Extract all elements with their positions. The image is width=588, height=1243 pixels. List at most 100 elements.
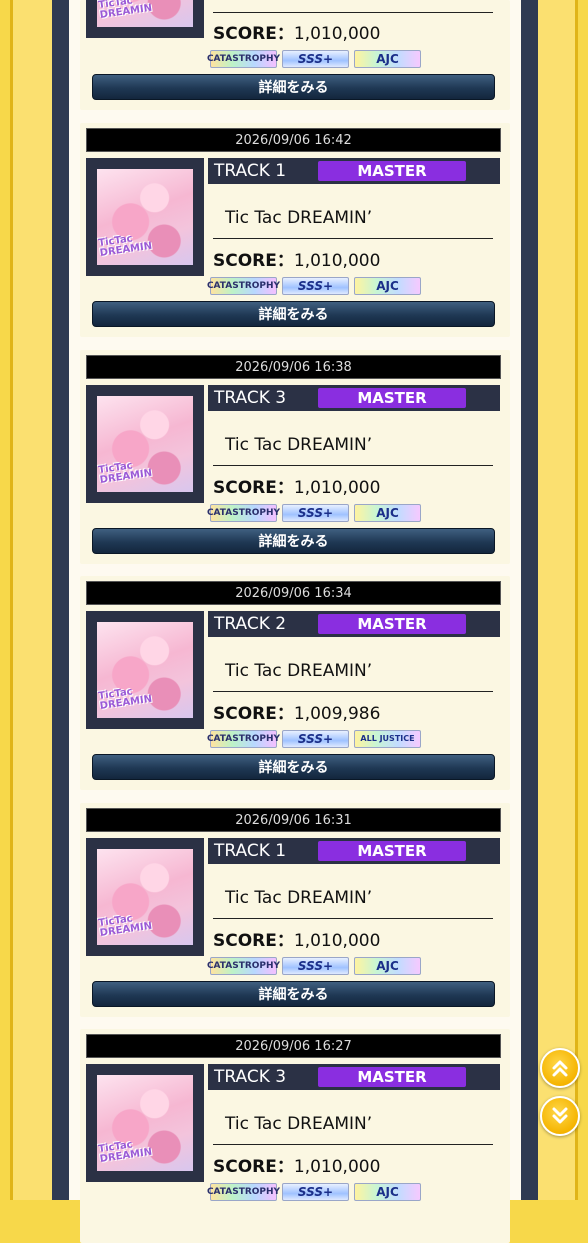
jacket-logo: TicTac DREAMIN — [97, 233, 153, 259]
song-title: Tic Tac DREAMIN’ — [225, 1114, 373, 1134]
score-line: SCORE：1,010,000 — [213, 473, 380, 498]
play-date: 2026/09/06 16:42 — [86, 128, 501, 152]
title-rule — [213, 1144, 493, 1145]
play-record-card: 2026/09/06 16:31 TicTac DREAMIN TRACK 1 … — [80, 803, 510, 1017]
difficulty-badge: MASTER — [318, 614, 466, 634]
title-rule — [213, 918, 493, 919]
play-record-card: 2026/09/06 16:38 TicTac DREAMIN TRACK 3 … — [80, 350, 510, 564]
lamp-row: CATASTROPHY SSS+ AJC — [207, 504, 421, 522]
score-label: SCORE： — [213, 931, 294, 951]
left-border-stripe — [52, 0, 69, 1200]
info-box: Tic Tac DREAMIN’ SCORE：1,010,000 — [208, 1090, 500, 1182]
sss-plus-rank-icon: SSS+ — [282, 50, 349, 68]
detail-button[interactable]: 詳細をみる — [92, 754, 495, 780]
catastrophy-lamp-icon: CATASTROPHY — [207, 730, 280, 748]
detail-button[interactable]: 詳細をみる — [92, 528, 495, 554]
jacket-image: TicTac DREAMIN — [97, 0, 193, 27]
detail-button[interactable]: 詳細をみる — [92, 301, 495, 327]
song-jacket: TicTac DREAMIN — [86, 838, 204, 956]
song-title: Tic Tac DREAMIN’ — [225, 208, 373, 228]
sss-plus-rank-icon: SSS+ — [282, 957, 349, 975]
difficulty-badge: MASTER — [318, 1067, 466, 1087]
detail-button[interactable]: 詳細をみる — [92, 981, 495, 1007]
play-record-card: 2026/09/06 16:34 TicTac DREAMIN TRACK 2 … — [80, 576, 510, 790]
ajc-lamp-icon: AJC — [354, 957, 421, 975]
score-line: SCORE：1,010,000 — [213, 926, 380, 951]
scroll-to-bottom-button[interactable] — [540, 1096, 580, 1136]
track-number: TRACK 1 — [214, 161, 287, 181]
jacket-image: TicTac DREAMIN — [97, 396, 193, 492]
play-record-card-partial: TicTac DREAMIN SCORE：1,010,000 CATASTROP… — [80, 0, 510, 110]
track-header: TRACK 1 MASTER — [208, 838, 500, 864]
jacket-logo: TicTac DREAMIN — [97, 913, 153, 939]
info-box: Tic Tac DREAMIN’ SCORE：1,010,000 — [208, 184, 500, 276]
sss-plus-rank-icon: SSS+ — [282, 504, 349, 522]
sss-plus-rank-icon: SSS+ — [282, 277, 349, 295]
track-number: TRACK 3 — [214, 388, 287, 408]
track-header: TRACK 3 MASTER — [208, 1064, 500, 1090]
catastrophy-lamp-icon: CATASTROPHY — [207, 277, 280, 295]
score-line: SCORE：1,010,000 — [213, 19, 380, 44]
song-jacket: TicTac DREAMIN — [86, 611, 204, 729]
lamp-row: CATASTROPHY SSS+ ALL JUSTICE — [207, 730, 421, 748]
song-jacket: TicTac DREAMIN — [86, 0, 204, 38]
score-value: 1,010,000 — [293, 251, 381, 271]
jacket-logo: TicTac DREAMIN — [97, 0, 153, 21]
ajc-lamp-icon: AJC — [354, 50, 421, 68]
ajc-lamp-icon: AJC — [354, 277, 421, 295]
detail-button[interactable]: 詳細をみる — [92, 74, 495, 100]
ajc-lamp-icon: AJC — [354, 504, 421, 522]
lamp-row: CATASTROPHY SSS+ AJC — [207, 50, 421, 68]
play-record-card: 2026/09/06 16:27 TicTac DREAMIN TRACK 3 … — [80, 1029, 510, 1243]
catastrophy-lamp-icon: CATASTROPHY — [207, 957, 280, 975]
score-value: 1,010,000 — [293, 1157, 381, 1177]
score-value: 1,010,000 — [293, 931, 381, 951]
lamp-row: CATASTROPHY SSS+ AJC — [207, 1183, 421, 1201]
catastrophy-lamp-icon: CATASTROPHY — [207, 504, 280, 522]
lamp-row: CATASTROPHY SSS+ AJC — [207, 277, 421, 295]
scroll-to-top-button[interactable] — [540, 1048, 580, 1088]
sss-plus-rank-icon: SSS+ — [282, 1183, 349, 1201]
score-line: SCORE：1,009,986 — [213, 699, 380, 724]
track-number: TRACK 1 — [214, 841, 287, 861]
score-line: SCORE：1,010,000 — [213, 246, 380, 271]
song-jacket: TicTac DREAMIN — [86, 385, 204, 503]
play-date: 2026/09/06 16:38 — [86, 355, 501, 379]
score-value: 1,010,000 — [293, 24, 381, 44]
score-label: SCORE： — [213, 24, 294, 44]
double-chevron-up-icon — [552, 1060, 568, 1077]
score-label: SCORE： — [213, 251, 294, 271]
jacket-logo: TicTac DREAMIN — [97, 1139, 153, 1165]
difficulty-badge: MASTER — [318, 841, 466, 861]
score-label: SCORE： — [213, 478, 294, 498]
track-number: TRACK 2 — [214, 614, 287, 634]
info-box: Tic Tac DREAMIN’ SCORE：1,010,000 — [208, 411, 500, 503]
play-date: 2026/09/06 16:34 — [86, 581, 501, 605]
difficulty-badge: MASTER — [318, 388, 466, 408]
all-justice-lamp-icon: ALL JUSTICE — [354, 730, 421, 748]
jacket-image: TicTac DREAMIN — [97, 169, 193, 265]
right-border-stripe — [521, 0, 538, 1200]
score-value: 1,009,986 — [293, 704, 381, 724]
catastrophy-lamp-icon: CATASTROPHY — [207, 50, 280, 68]
lamp-row: CATASTROPHY SSS+ AJC — [207, 957, 421, 975]
jacket-logo: TicTac DREAMIN — [97, 686, 153, 712]
difficulty-badge: MASTER — [318, 161, 466, 181]
title-rule — [213, 465, 493, 466]
info-box: Tic Tac DREAMIN’ SCORE：1,010,000 — [208, 864, 500, 956]
ajc-lamp-icon: AJC — [354, 1183, 421, 1201]
score-label: SCORE： — [213, 1157, 294, 1177]
song-title: Tic Tac DREAMIN’ — [225, 661, 373, 681]
song-jacket: TicTac DREAMIN — [86, 158, 204, 276]
jacket-logo: TicTac DREAMIN — [97, 460, 153, 486]
title-rule — [213, 691, 493, 692]
info-box: Tic Tac DREAMIN’ SCORE：1,009,986 — [208, 637, 500, 729]
track-header: TRACK 1 MASTER — [208, 158, 500, 184]
score-value: 1,010,000 — [293, 478, 381, 498]
song-title: Tic Tac DREAMIN’ — [225, 435, 373, 455]
jacket-image: TicTac DREAMIN — [97, 1075, 193, 1171]
catastrophy-lamp-icon: CATASTROPHY — [207, 1183, 280, 1201]
track-number: TRACK 3 — [214, 1067, 287, 1087]
play-date: 2026/09/06 16:27 — [86, 1034, 501, 1058]
play-date: 2026/09/06 16:31 — [86, 808, 501, 832]
